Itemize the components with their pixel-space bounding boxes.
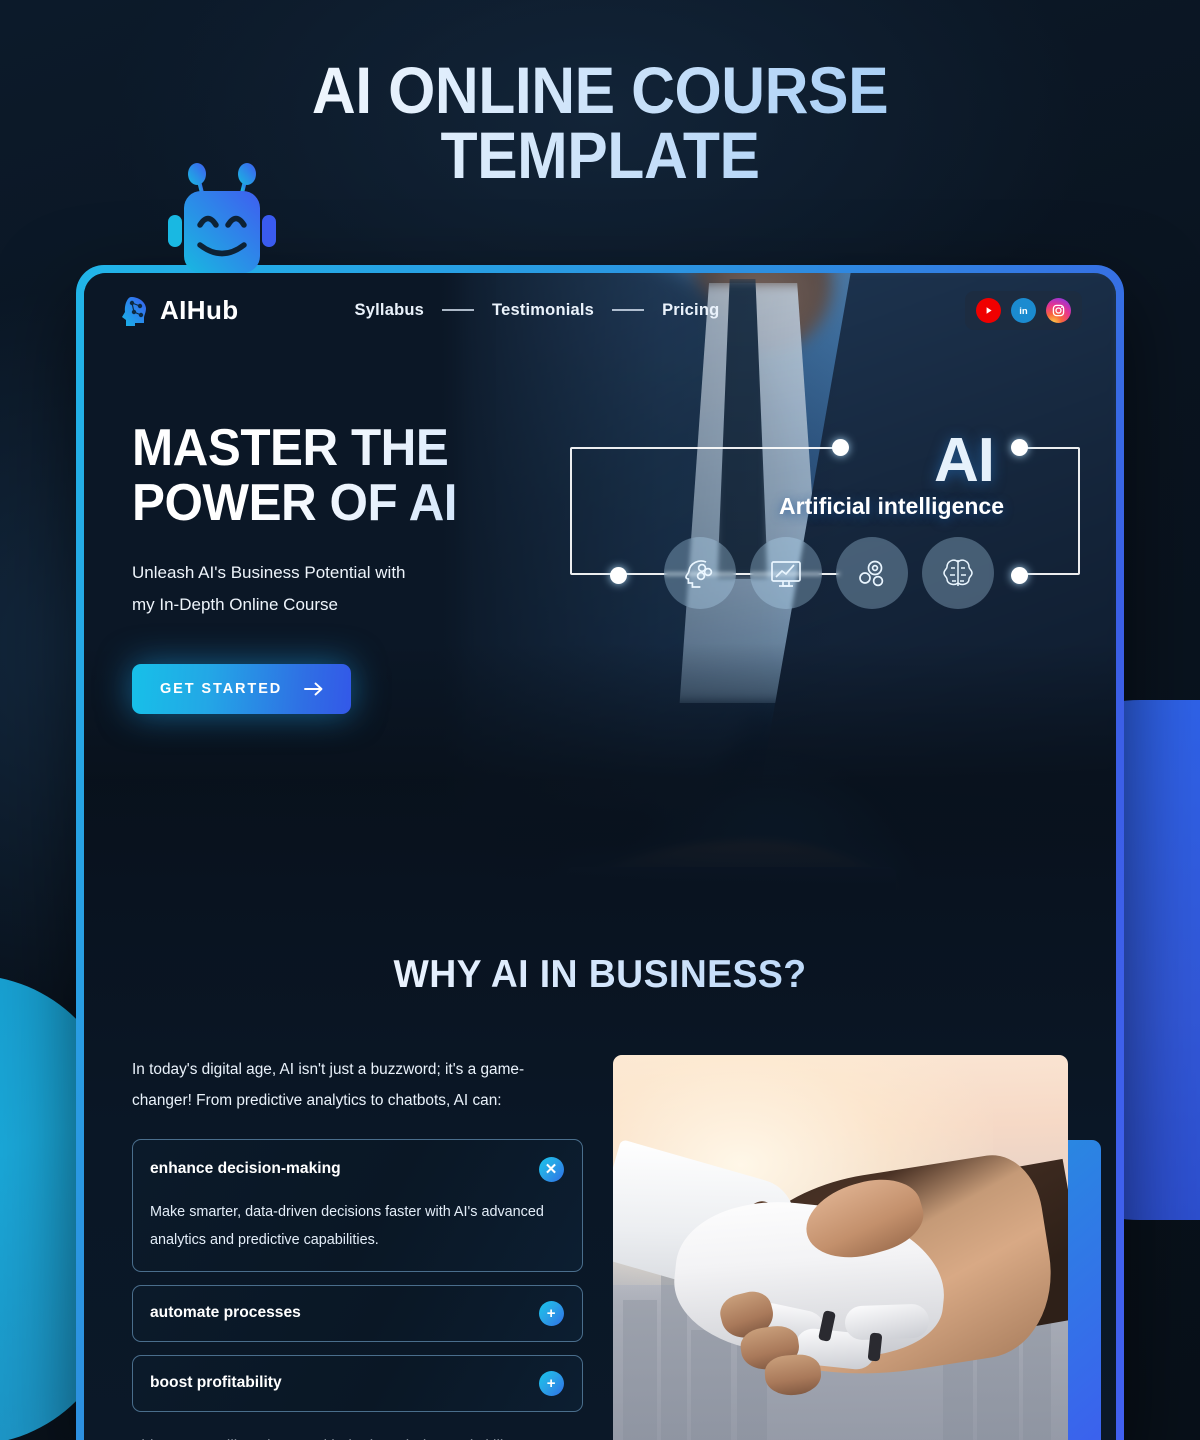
get-started-button[interactable]: GET STARTED	[132, 664, 352, 715]
why-outro-paragraph: This course will equip you with the know…	[132, 1432, 583, 1440]
hero-subtext-line1: Unleash AI's Business Potential with	[132, 563, 406, 583]
hero-text-block: MASTER THE POWER OF AI Unleash AI's Busi…	[132, 421, 602, 715]
plus-icon[interactable]: +	[538, 1300, 564, 1326]
bracket-node-top-right	[1011, 439, 1028, 456]
brand-logo[interactable]: AIHub	[118, 294, 239, 326]
ai-overlay-graphic: AI Artificial intelligence	[562, 426, 1082, 641]
poster-title-line1: AI ONLINE COURSE	[311, 53, 889, 127]
brand-name: AIHub	[160, 294, 239, 325]
browser-mockup-frame: AI Artificial intelligence AIHub Syllabu…	[76, 265, 1124, 1440]
accordion-header[interactable]: automate processes +	[150, 1300, 564, 1326]
arrow-right-icon	[304, 682, 323, 696]
nav-item-syllabus[interactable]: Syllabus	[355, 301, 424, 320]
plus-icon[interactable]: +	[538, 1370, 564, 1396]
main-nav: Syllabus Testimonials Pricing	[355, 301, 720, 320]
accordion-body-line1: Make smarter, data-driven decisions fast…	[150, 1203, 544, 1220]
hero-subtext: Unleash AI's Business Potential with my …	[132, 557, 482, 620]
accordion-title: automate processes	[150, 1304, 301, 1322]
site-viewport: AI Artificial intelligence AIHub Syllabu…	[84, 273, 1116, 1440]
why-ai-section: WHY AI IN BUSINESS? In today's digital a…	[84, 893, 1116, 1440]
accordion-item[interactable]: automate processes +	[132, 1284, 583, 1342]
close-x-icon[interactable]: ✕	[538, 1156, 564, 1182]
photo-robot-finger	[844, 1303, 930, 1341]
gears-icon	[836, 537, 908, 609]
hero-subtext-line2: my In-Depth Online Course	[132, 594, 338, 614]
get-started-label: GET STARTED	[160, 681, 283, 698]
bracket-node-top-left	[832, 439, 849, 456]
accordion-item[interactable]: enhance decision-making ✕ Make smarter, …	[132, 1138, 583, 1272]
hero-section: AI Artificial intelligence AIHub Syllabu…	[84, 273, 1116, 893]
ai-overlay-icon-row	[664, 537, 994, 609]
ai-overlay-title: AI	[934, 426, 995, 495]
ai-overlay-subtitle: Artificial intelligence	[779, 493, 1004, 519]
hero-heading-line1: MASTER THE	[132, 419, 449, 477]
nav-separator	[442, 309, 475, 311]
linkedin-icon[interactable]: in	[1011, 297, 1036, 323]
why-intro-paragraph: In today's digital age, AI isn't just a …	[132, 1055, 583, 1117]
svg-text:in: in	[1019, 306, 1028, 317]
why-text-column: In today's digital age, AI isn't just a …	[132, 1055, 583, 1440]
youtube-icon[interactable]	[976, 297, 1001, 323]
nav-separator	[612, 309, 645, 311]
bracket-node-bottom-right	[1011, 567, 1028, 584]
brain-circuit-icon	[922, 537, 994, 609]
why-image-column	[612, 1055, 1101, 1440]
hero-heading-line2: POWER OF AI	[132, 474, 458, 533]
head-gears-icon	[664, 537, 736, 609]
why-section-title: WHY AI IN BUSINESS?	[151, 953, 1050, 997]
benefits-accordion: enhance decision-making ✕ Make smarter, …	[132, 1138, 583, 1412]
instagram-icon[interactable]	[1046, 297, 1071, 323]
why-intro-line2: changer! From predictive analytics to ch…	[132, 1091, 502, 1109]
accordion-item[interactable]: boost profitability +	[132, 1354, 583, 1412]
handshake-photo	[612, 1055, 1068, 1440]
accordion-title: enhance decision-making	[150, 1160, 341, 1178]
why-intro-line1: In today's digital age, AI isn't just a …	[132, 1061, 525, 1078]
nav-item-pricing[interactable]: Pricing	[662, 301, 719, 320]
monitor-chart-icon	[750, 537, 822, 609]
accordion-header[interactable]: enhance decision-making ✕	[150, 1156, 564, 1182]
accordion-title: boost profitability	[150, 1374, 282, 1392]
accordion-body: Make smarter, data-driven decisions fast…	[150, 1198, 564, 1254]
site-header: AIHub Syllabus Testimonials Pricing in	[84, 273, 1116, 347]
ai-head-circuit-icon	[122, 297, 146, 326]
robot-icon	[168, 163, 276, 273]
social-links: in	[965, 290, 1082, 330]
hero-heading: MASTER THE POWER OF AI	[132, 421, 579, 531]
photo-robot-joint	[867, 1332, 883, 1362]
bracket-right	[1020, 447, 1080, 575]
why-content-row: In today's digital age, AI isn't just a …	[132, 1055, 1101, 1440]
accordion-body-line2: analytics and predictive capabilities.	[150, 1231, 379, 1248]
nav-item-testimonials[interactable]: Testimonials	[492, 301, 594, 320]
accordion-header[interactable]: boost profitability +	[150, 1370, 564, 1396]
bracket-node-bottom-left	[610, 567, 627, 584]
